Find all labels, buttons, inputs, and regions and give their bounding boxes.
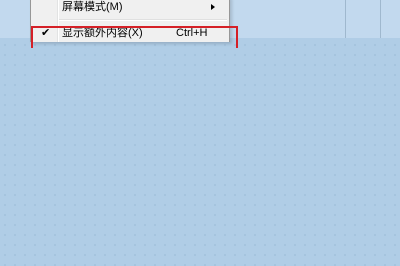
document-canvas[interactable] [0, 48, 400, 266]
toolbar-divider [345, 0, 346, 38]
toolbar-divider [380, 0, 381, 38]
menu-separator [59, 19, 227, 21]
menu-item-label: 屏幕模式(M) [62, 1, 123, 13]
menu-item-screen-mode[interactable]: 屏幕模式(M) [31, 0, 229, 17]
submenu-arrow-icon [211, 4, 215, 10]
highlight-annotation-box [31, 26, 238, 48]
